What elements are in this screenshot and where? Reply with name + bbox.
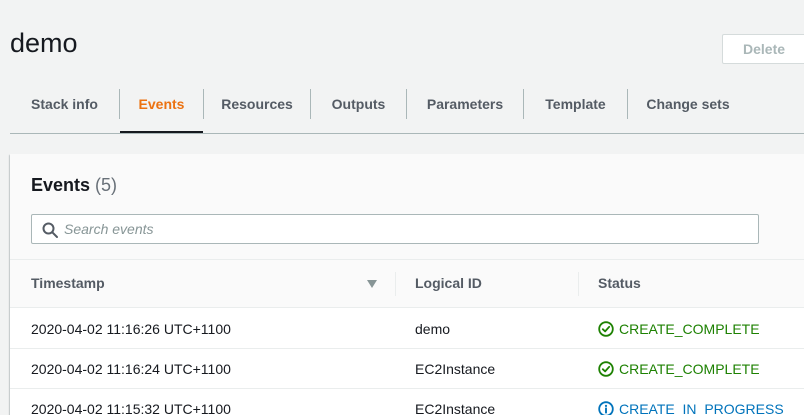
caret-down-icon[interactable] [366, 279, 378, 289]
event-timestamp: 2020-04-02 11:16:24 UTC+1100 [31, 361, 231, 377]
column-divider[interactable] [395, 272, 396, 296]
event-status: CREATE_COMPLETE [598, 309, 760, 349]
event-logical-id: EC2Instance [415, 401, 496, 415]
search-input[interactable] [64, 215, 744, 243]
event-logical-id: EC2Instance [415, 361, 496, 377]
search-box[interactable] [31, 214, 759, 244]
column-header-status[interactable]: Status [598, 260, 641, 307]
event-status: CREATE_COMPLETE [598, 349, 760, 389]
info-circle-icon [598, 401, 614, 415]
stack-tabs: Stack info Events Resources Outputs Para… [10, 80, 804, 134]
check-circle-icon [598, 361, 614, 377]
events-title: Events (5) [31, 175, 117, 196]
tab-stack-info[interactable]: Stack info [10, 80, 119, 133]
event-status-text: CREATE_IN_PROGRESS [619, 401, 784, 415]
tab-change-sets[interactable]: Change sets [628, 80, 748, 133]
tab-outputs[interactable]: Outputs [311, 80, 406, 133]
tab-parameters[interactable]: Parameters [407, 80, 523, 133]
table-row: 2020-04-02 11:15:32 UTC+1100 EC2Instance… [10, 389, 804, 415]
event-status-text: CREATE_COMPLETE [619, 321, 760, 337]
column-divider[interactable] [578, 272, 579, 296]
table-row: 2020-04-02 11:16:24 UTC+1100 EC2Instance… [10, 349, 804, 389]
tab-resources[interactable]: Resources [204, 80, 310, 133]
search-icon [42, 222, 58, 238]
event-timestamp: 2020-04-02 11:16:26 UTC+1100 [31, 321, 231, 337]
events-count: (5) [95, 175, 118, 195]
delete-button[interactable]: Delete [722, 34, 804, 64]
events-panel-header: Events (5) [10, 154, 804, 260]
events-panel: Events (5) Timestamp Logical ID Status 2… [10, 154, 804, 415]
table-header: Timestamp Logical ID Status [10, 260, 804, 308]
page-title: demo [10, 28, 78, 58]
check-circle-icon [598, 321, 614, 337]
column-header-logical-id[interactable]: Logical ID [415, 260, 482, 307]
event-logical-id: demo [415, 321, 451, 337]
events-title-label: Events [31, 175, 91, 195]
table-row: 2020-04-02 11:16:26 UTC+1100 demo CREATE… [10, 309, 804, 349]
column-header-timestamp[interactable]: Timestamp [31, 260, 105, 307]
tab-template[interactable]: Template [524, 80, 627, 133]
tab-events[interactable]: Events [120, 80, 203, 133]
event-status-text: CREATE_COMPLETE [619, 361, 760, 377]
event-timestamp: 2020-04-02 11:15:32 UTC+1100 [31, 401, 231, 415]
event-status: CREATE_IN_PROGRESS [598, 389, 784, 415]
